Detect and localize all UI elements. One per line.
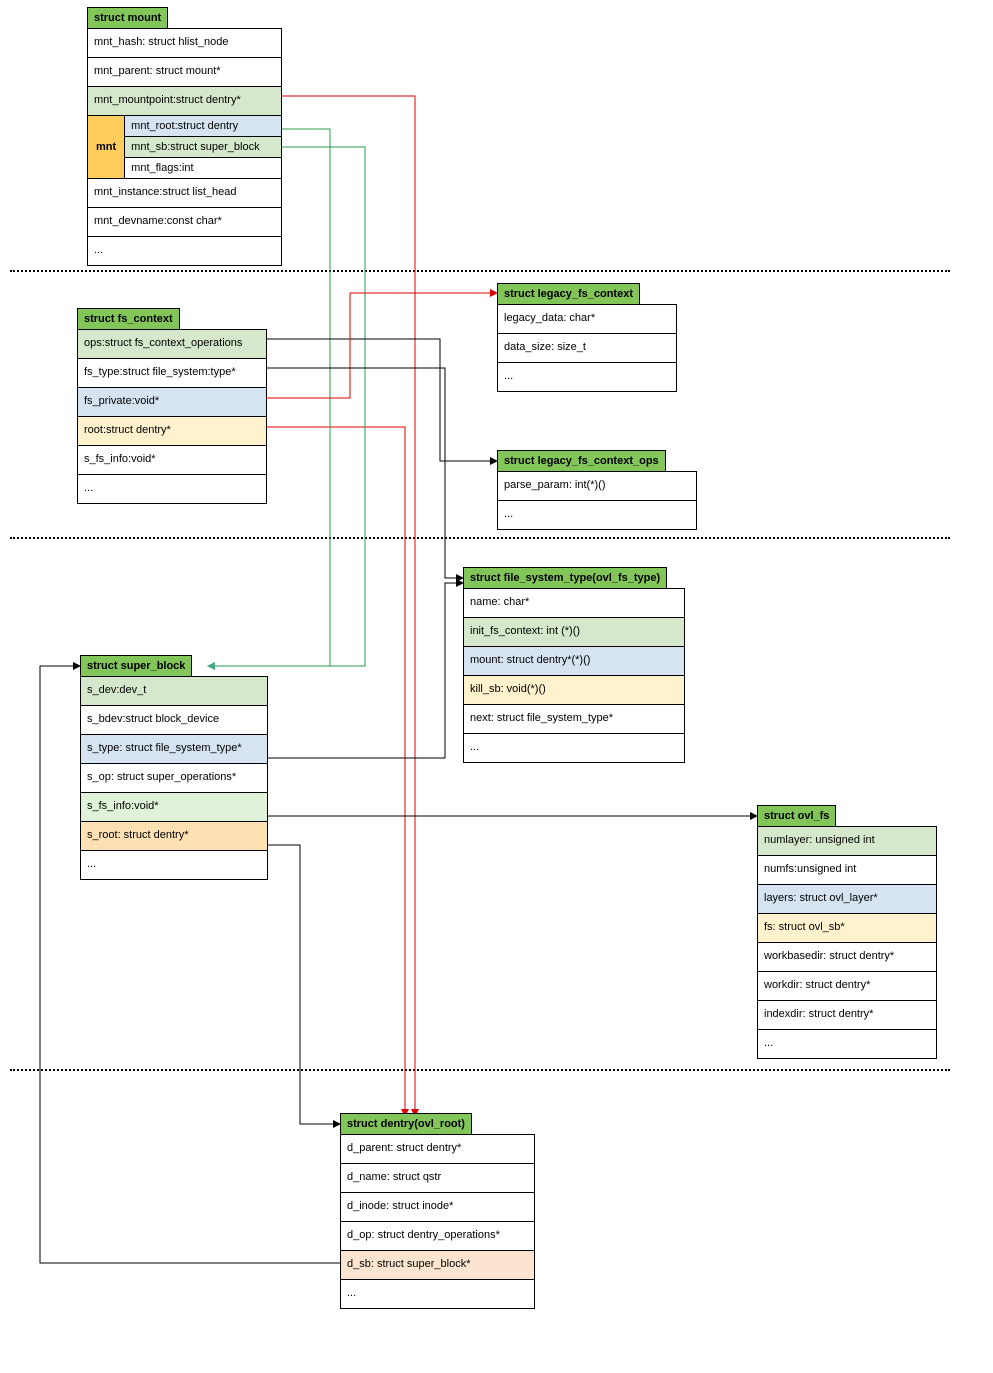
field: numlayer: unsigned int (758, 827, 936, 856)
field: s_root: struct dentry* (81, 822, 267, 851)
field: mount: struct dentry*(*)() (464, 647, 684, 676)
title: struct file_system_type(ovl_fs_type) (463, 567, 667, 589)
field: fs: struct ovl_sb* (758, 914, 936, 943)
struct-ovl-fs: struct ovl_fs numlayer: unsigned int num… (757, 805, 937, 1059)
field: indexdir: struct dentry* (758, 1001, 936, 1030)
field: mnt_sb:struct super_block (125, 137, 281, 158)
field: ... (81, 851, 267, 879)
field: workdir: struct dentry* (758, 972, 936, 1001)
field: s_fs_info:void* (78, 446, 266, 475)
field: s_fs_info:void* (81, 793, 267, 822)
field: ... (758, 1030, 936, 1058)
title: struct legacy_fs_context (497, 283, 640, 305)
struct-super-block: struct super_block s_dev:dev_t s_bdev:st… (80, 655, 268, 880)
field: s_dev:dev_t (81, 677, 267, 706)
title: struct super_block (80, 655, 192, 677)
title: struct fs_context (77, 308, 180, 330)
field: d_parent: struct dentry* (341, 1135, 534, 1164)
field: fs_type:struct file_system:type* (78, 359, 266, 388)
field: numfs:unsigned int (758, 856, 936, 885)
field: d_op: struct dentry_operations* (341, 1222, 534, 1251)
field: root:struct dentry* (78, 417, 266, 446)
field: mnt_instance:struct list_head (88, 179, 281, 208)
field: ... (78, 475, 266, 503)
struct-mount: struct mount mnt_hash: struct hlist_node… (87, 7, 282, 266)
title: struct legacy_fs_context_ops (497, 450, 666, 472)
field: ops:struct fs_context_operations (78, 330, 266, 359)
field: mnt_root:struct dentry (125, 116, 281, 137)
field: mnt_devname:const char* (88, 208, 281, 237)
field: s_type: struct file_system_type* (81, 735, 267, 764)
title: struct dentry(ovl_root) (340, 1113, 472, 1135)
field: ... (498, 363, 676, 391)
title: struct ovl_fs (757, 805, 836, 827)
struct-fs-context: struct fs_context ops:struct fs_context_… (77, 308, 267, 504)
field: parse_param: int(*)() (498, 472, 696, 501)
field: d_name: struct qstr (341, 1164, 534, 1193)
field: kill_sb: void(*)() (464, 676, 684, 705)
struct-file-system-type: struct file_system_type(ovl_fs_type) nam… (463, 567, 685, 763)
field: data_size: size_t (498, 334, 676, 363)
field: ... (498, 501, 696, 529)
field: s_op: struct super_operations* (81, 764, 267, 793)
field: s_bdev:struct block_device (81, 706, 267, 735)
section-divider (10, 1069, 950, 1071)
section-divider (10, 270, 950, 272)
field: layers: struct ovl_layer* (758, 885, 936, 914)
field: d_sb: struct super_block* (341, 1251, 534, 1280)
field: mnt_hash: struct hlist_node (88, 29, 281, 58)
field: fs_private:void* (78, 388, 266, 417)
section-divider (10, 537, 950, 539)
field: mnt_mountpoint:struct dentry* (88, 87, 281, 116)
nested-label: mnt (88, 116, 125, 178)
field: next: struct file_system_type* (464, 705, 684, 734)
struct-legacy-fs-context-ops: struct legacy_fs_context_ops parse_param… (497, 450, 697, 530)
field: ... (464, 734, 684, 762)
field: workbasedir: struct dentry* (758, 943, 936, 972)
field: ... (341, 1280, 534, 1308)
struct-dentry: struct dentry(ovl_root) d_parent: struct… (340, 1113, 535, 1309)
title: struct mount (87, 7, 168, 29)
struct-legacy-fs-context: struct legacy_fs_context legacy_data: ch… (497, 283, 677, 392)
field: init_fs_context: int (*)() (464, 618, 684, 647)
field: ... (88, 237, 281, 265)
field: mnt_parent: struct mount* (88, 58, 281, 87)
field: legacy_data: char* (498, 305, 676, 334)
field: mnt_flags:int (125, 158, 281, 178)
field: name: char* (464, 589, 684, 618)
field: d_inode: struct inode* (341, 1193, 534, 1222)
